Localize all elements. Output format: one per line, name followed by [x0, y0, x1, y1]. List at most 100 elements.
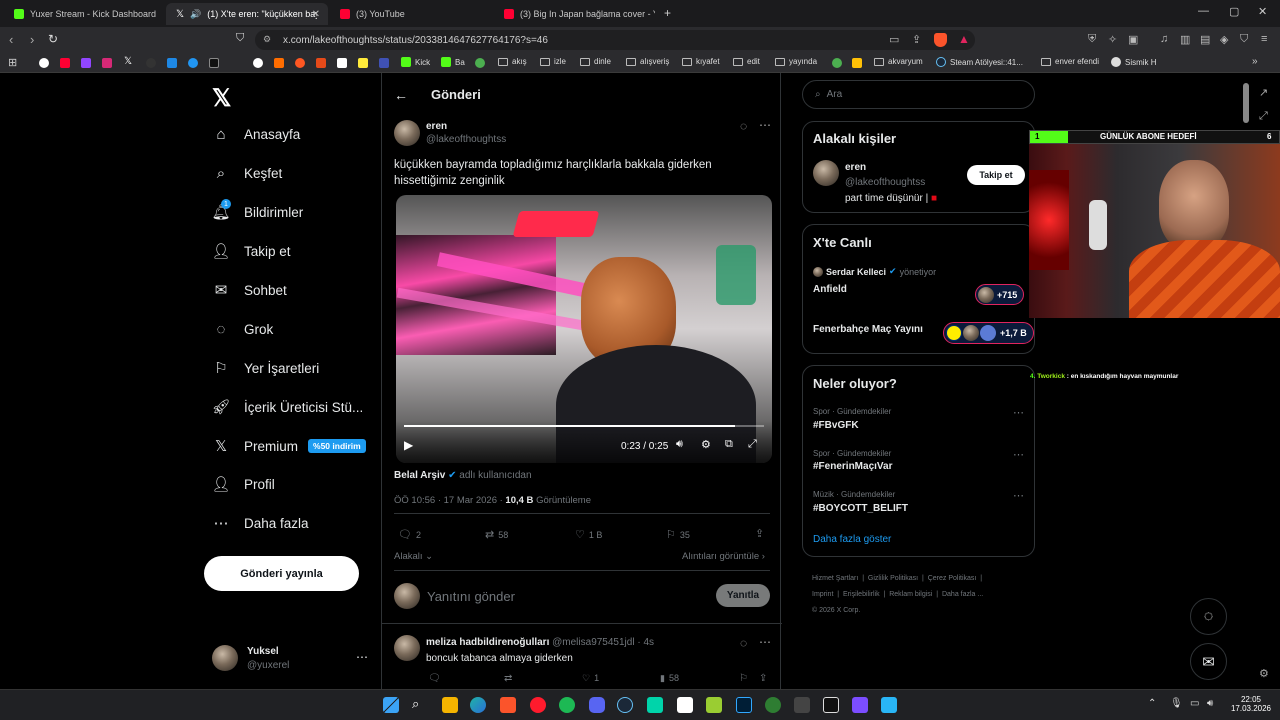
- green-icon[interactable]: [475, 58, 485, 68]
- bookmark-folder-edit[interactable]: edit: [733, 57, 760, 66]
- footer-link[interactable]: Imprint: [812, 591, 833, 598]
- tab-youtube[interactable]: (3) YouTube: [330, 3, 492, 25]
- trend-more-icon[interactable]: ⋯: [1013, 489, 1024, 502]
- nav-premium[interactable]: 𝕏 Premium %50 indirim: [212, 437, 366, 455]
- youtube-icon[interactable]: [60, 58, 70, 68]
- chevron-up-icon[interactable]: ⌃: [1148, 698, 1156, 709]
- author-name[interactable]: eren: [426, 121, 447, 132]
- grok-float-icon[interactable]: ◌: [1190, 598, 1227, 635]
- reply-author-handle[interactable]: @melisa975451jdl: [552, 637, 634, 648]
- share-icon[interactable]: ⇪: [755, 527, 764, 540]
- account-more-icon[interactable]: ⋯: [356, 650, 368, 664]
- reply-button[interactable]: Yanıtla: [716, 584, 770, 607]
- follow-button[interactable]: Takip et: [967, 165, 1025, 185]
- footer-link[interactable]: Gizlilik Politikası: [868, 575, 918, 582]
- instagram-icon[interactable]: [102, 58, 112, 68]
- search-icon[interactable]: ⌕: [412, 696, 419, 712]
- footer-link[interactable]: Çerez Politikası: [928, 575, 977, 582]
- reply-time[interactable]: · 4s: [637, 637, 654, 648]
- live-title[interactable]: Anfield: [813, 284, 847, 295]
- post-button[interactable]: Gönderi yayınla: [204, 556, 359, 591]
- brave-icon[interactable]: [500, 697, 516, 713]
- person-name[interactable]: eren: [845, 162, 866, 173]
- footer-link[interactable]: Reklam bilgisi: [889, 591, 932, 598]
- post-timestamp[interactable]: ÖÖ 10:56 · 17 Mar 2026 ·: [394, 495, 505, 506]
- app-icon[interactable]: [794, 697, 810, 713]
- account-switcher[interactable]: Yuksel @yuxerel ⋯: [212, 644, 372, 674]
- show-more-link[interactable]: Daha fazla göster: [813, 534, 891, 545]
- windows-start-icon[interactable]: [383, 697, 399, 713]
- orange-icon[interactable]: [295, 58, 305, 68]
- share-icon[interactable]: ⇪: [912, 33, 921, 46]
- bookmark-folder-enver[interactable]: enver efendi: [1041, 57, 1099, 66]
- messages-float-icon[interactable]: ✉: [1190, 643, 1227, 680]
- live-listeners-pill[interactable]: +715: [975, 284, 1025, 305]
- play-icon[interactable]: ▶: [404, 438, 413, 452]
- video-progress-track[interactable]: [404, 425, 764, 427]
- volume-icon[interactable]: 🔊︎: [1207, 698, 1213, 709]
- reply-input[interactable]: Yanıtını gönder: [427, 589, 515, 604]
- brave-shield-icon[interactable]: [934, 33, 947, 47]
- video-player[interactable]: ▶ 0:23 / 0:25 🔊︎ ⚙ ⧉ ⤢: [396, 195, 772, 463]
- trend-more-icon[interactable]: ⋯: [1013, 406, 1024, 419]
- app-icon[interactable]: [677, 697, 693, 713]
- nav-more[interactable]: ⋯ Daha fazla: [212, 514, 309, 532]
- hb-icon[interactable]: [274, 58, 284, 68]
- vpn-icon[interactable]: ◈: [1220, 33, 1228, 46]
- back-arrow-icon[interactable]: ←: [394, 87, 408, 103]
- shield2-icon[interactable]: ⛉: [1240, 33, 1248, 46]
- bookmark-folder-yayinda[interactable]: yayında: [775, 57, 817, 66]
- app-icon[interactable]: [647, 697, 663, 713]
- pip-icon[interactable]: ⧉: [725, 438, 733, 451]
- nav-bookmarks[interactable]: ⚐ Yer İşaretleri: [212, 359, 319, 377]
- trend-tag[interactable]: #FBvGFK: [813, 420, 859, 431]
- bookmark-folder-alisveris[interactable]: alışveriş: [626, 57, 669, 66]
- avatar[interactable]: [394, 635, 420, 661]
- bookmark-ba[interactable]: Ba: [441, 57, 465, 67]
- trend-tag[interactable]: #BOYCOTT_BELIFT: [813, 503, 908, 514]
- file-explorer-icon[interactable]: [442, 697, 458, 713]
- nav-creator-studio[interactable]: 🚀︎ İçerik Üreticisi Stü...: [211, 398, 363, 416]
- close-tab-icon[interactable]: ✕: [312, 9, 320, 20]
- nav-follow[interactable]: 👤︎ Takip et: [211, 242, 290, 260]
- person-handle[interactable]: @lakeofthoughtss: [845, 177, 925, 188]
- like-action[interactable]: ♡ 1: [582, 673, 599, 684]
- photoshop-icon[interactable]: [736, 697, 752, 713]
- apps-grid-icon[interactable]: ⊞: [8, 56, 17, 69]
- steam-icon[interactable]: [617, 697, 633, 713]
- edge-icon[interactable]: [470, 697, 486, 713]
- bookmark-folder-dinle[interactable]: dinle: [580, 57, 611, 66]
- google-icon[interactable]: [39, 58, 49, 68]
- trend-more-icon[interactable]: ⋯: [1013, 448, 1024, 461]
- repost-action[interactable]: ⇄ 58: [485, 528, 508, 541]
- bookmark-folder-akvaryum[interactable]: akvaryum: [874, 57, 923, 66]
- footer-link[interactable]: Hizmet Şartları: [812, 575, 858, 582]
- tab-x-post[interactable]: 𝕏 🔊 (1) X'te eren: "küçükken bayra ✕: [166, 3, 328, 25]
- sort-dropdown[interactable]: Alakalı ⌄: [394, 551, 433, 562]
- volume-icon[interactable]: 🔊︎: [676, 438, 683, 451]
- app-icon[interactable]: [881, 697, 897, 713]
- footer-link[interactable]: Erişilebilirlik: [843, 591, 880, 598]
- x-home-logo-icon[interactable]: 𝕏: [212, 84, 231, 113]
- grok-icon[interactable]: ◌: [740, 636, 747, 650]
- bookmark-folder-kiyafet[interactable]: kıyafet: [682, 57, 720, 66]
- site-info-icon[interactable]: ⚙: [263, 34, 271, 45]
- app-icon[interactable]: [852, 697, 868, 713]
- bookmark-icon[interactable]: ⚐: [739, 673, 748, 684]
- quotes-link[interactable]: Alıntıları görüntüle ›: [682, 551, 765, 562]
- sidebar-tool-icon[interactable]: ⤢: [1259, 110, 1268, 123]
- avatar[interactable]: [394, 120, 420, 146]
- discord-icon[interactable]: [589, 697, 605, 713]
- bookmark-kick[interactable]: Kick: [401, 57, 430, 67]
- nav-chat[interactable]: ✉ Sohbet: [212, 281, 287, 299]
- reply-action[interactable]: 🗨︎ 2: [398, 528, 421, 541]
- nav-home[interactable]: ⌂ Anasayfa: [212, 125, 300, 143]
- music-icon[interactable]: ♫: [1160, 33, 1168, 45]
- repost-icon[interactable]: ⇄: [504, 673, 512, 684]
- more-bookmarks-icon[interactable]: »: [1252, 56, 1258, 67]
- app-icon[interactable]: [765, 697, 781, 713]
- twitch-icon[interactable]: [81, 58, 91, 68]
- a-icon[interactable]: [337, 58, 347, 68]
- bookmark-folder-izle[interactable]: izle: [540, 57, 566, 66]
- tab-kick-dashboard[interactable]: Yuxer Stream - Kick Dashboard: [4, 3, 164, 25]
